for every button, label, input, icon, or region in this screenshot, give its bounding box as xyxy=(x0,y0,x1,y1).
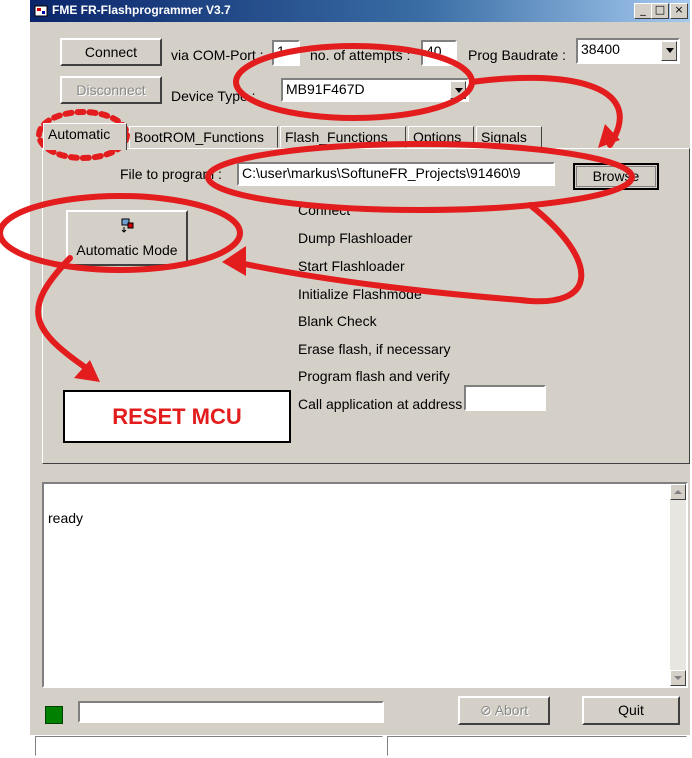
tab-options[interactable]: Options xyxy=(408,126,474,148)
scroll-up-icon[interactable] xyxy=(670,484,686,500)
address-field[interactable] xyxy=(464,385,546,411)
baudrate-label: Prog Baudrate : xyxy=(468,47,567,63)
step-start-flashloader: Start Flashloader xyxy=(298,258,405,274)
connect-button[interactable]: Connect xyxy=(60,38,162,66)
scroll-down-icon[interactable] xyxy=(670,670,686,686)
browse-button[interactable]: Browse xyxy=(573,163,659,190)
quit-button[interactable]: Quit xyxy=(582,696,680,725)
chevron-down-icon[interactable] xyxy=(661,41,677,61)
attempts-label: no. of attempts : xyxy=(310,47,411,63)
log-text: ready xyxy=(48,510,84,526)
automatic-mode-button[interactable]: Automatic Mode xyxy=(66,210,188,266)
log-scrollbar[interactable] xyxy=(670,484,686,686)
automatic-mode-label: Automatic Mode xyxy=(76,242,178,258)
log-output[interactable]: ready xyxy=(42,482,688,688)
baudrate-value: 38400 xyxy=(581,41,620,57)
window-title: FME FR-Flashprogrammer V3.7 xyxy=(52,3,231,17)
chevron-down-icon[interactable] xyxy=(450,81,466,99)
baudrate-select[interactable]: 38400 xyxy=(576,38,680,64)
tab-signals[interactable]: Signals xyxy=(476,126,542,148)
abort-button[interactable]: ⊘ Abort xyxy=(458,696,550,725)
file-to-program-field[interactable]: C:\user\markus\SoftuneFR_Projects\91460\… xyxy=(237,162,555,186)
step-erase-flash: Erase flash, if necessary xyxy=(298,341,451,357)
program-chip-icon xyxy=(121,218,134,233)
app-window: FME FR-Flashprogrammer V3.7 _ □ × Connec… xyxy=(30,0,690,756)
device-type-select[interactable]: MB91F467D xyxy=(281,78,469,102)
app-icon xyxy=(34,5,48,17)
tab-bootrom-functions[interactable]: BootROM_Functions xyxy=(129,126,278,148)
device-type-label: Device Type : xyxy=(171,88,256,104)
progress-bar xyxy=(78,701,384,723)
tab-automatic[interactable]: Automatic xyxy=(43,123,127,150)
device-type-value: MB91F467D xyxy=(286,81,365,97)
step-call-application: Call application at address xyxy=(298,396,463,412)
maximize-button[interactable]: □ xyxy=(651,3,669,19)
minimize-button[interactable]: _ xyxy=(634,3,652,19)
disconnect-button[interactable]: Disconnect xyxy=(60,76,162,104)
tab-flash-functions[interactable]: Flash_Functions xyxy=(280,126,406,148)
step-blank-check: Blank Check xyxy=(298,313,377,329)
com-port-field[interactable]: 1 xyxy=(272,40,300,66)
file-to-program-label: File to program : xyxy=(120,166,222,182)
step-dump-flashloader: Dump Flashloader xyxy=(298,230,413,246)
step-connect: Connect xyxy=(298,202,351,218)
step-initialize-flashmode: Initialize Flashmode xyxy=(298,286,422,302)
status-pane-right xyxy=(387,736,687,756)
com-port-label: via COM-Port : xyxy=(171,47,264,63)
status-led xyxy=(45,706,63,724)
attempts-field[interactable]: 40 xyxy=(421,40,457,66)
title-bar: FME FR-Flashprogrammer V3.7 _ □ × xyxy=(30,0,690,22)
step-program-flash: Program flash and verify xyxy=(298,368,450,384)
abort-label: Abort xyxy=(494,702,529,718)
reset-mcu-annotation: RESET MCU xyxy=(63,390,291,443)
close-button[interactable]: × xyxy=(670,3,688,19)
status-pane-left xyxy=(35,736,383,756)
abort-icon: ⊘ xyxy=(479,703,492,719)
